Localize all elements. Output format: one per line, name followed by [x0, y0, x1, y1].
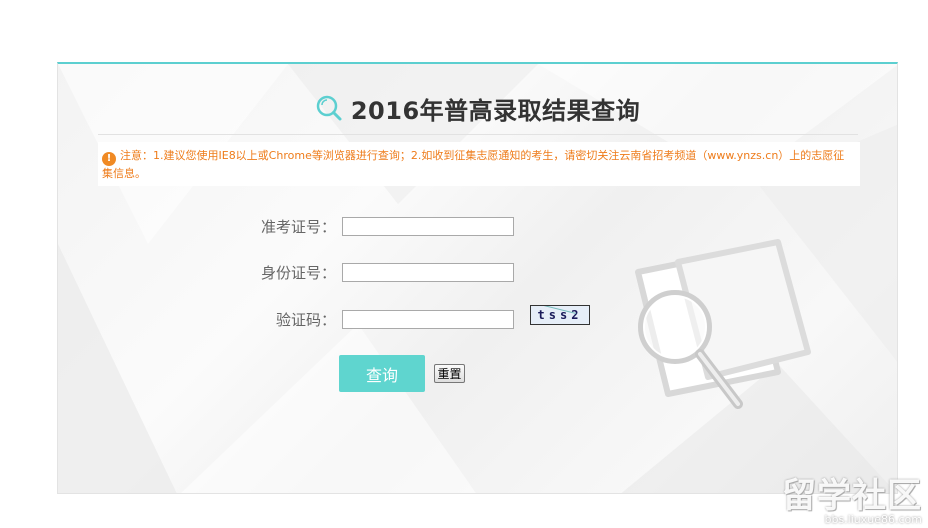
captcha-image[interactable]: tss2: [530, 305, 590, 325]
id-no-label: 身份证号：: [260, 263, 336, 282]
title-divider: [98, 134, 858, 135]
id-no-row: 身份证号：: [238, 260, 514, 284]
title-row: 2016年普高录取结果查询: [58, 88, 897, 128]
captcha-input[interactable]: [342, 309, 514, 329]
captcha-row: 验证码：: [238, 307, 514, 331]
query-panel: 2016年普高录取结果查询 ! 注意：1.建议您使用IE8以上或Chrome等浏览…: [57, 62, 898, 494]
reset-button[interactable]: 重置: [434, 364, 465, 383]
site-watermark: 留学社区 bbs.liuxue86.com: [782, 478, 922, 526]
exam-no-row: 准考证号：: [238, 214, 514, 238]
magnifier-illustration: [635, 239, 811, 409]
page-title: 2016年普高录取结果查询: [350, 96, 641, 125]
watermark-brand: 留学社区: [782, 476, 922, 516]
captcha-label: 验证码：: [275, 310, 336, 329]
exam-no-label: 准考证号：: [260, 217, 336, 236]
notice-box: ! 注意：1.建议您使用IE8以上或Chrome等浏览器进行查询；2.如收到征集志…: [98, 142, 860, 186]
warning-icon: !: [102, 152, 116, 166]
id-no-input[interactable]: [342, 262, 514, 282]
notice-text: 注意：1.建议您使用IE8以上或Chrome等浏览器进行查询；2.如收到征集志愿…: [102, 149, 845, 180]
query-button[interactable]: 查询: [339, 355, 425, 392]
exam-no-input[interactable]: [342, 216, 514, 236]
search-icon: [316, 95, 342, 121]
